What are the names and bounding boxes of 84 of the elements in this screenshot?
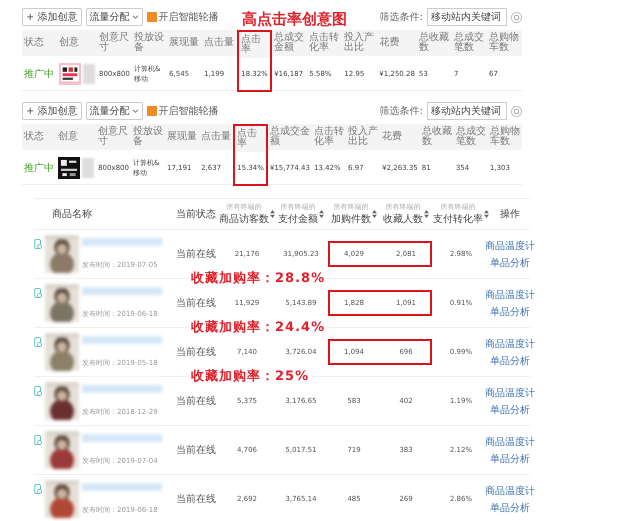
status-text: 当前在线 — [175, 492, 217, 506]
annotation-text: 收藏加购率：25% — [189, 367, 312, 385]
column-header: 总购物车数 — [486, 30, 522, 56]
column-header: 商品访客数 — [219, 212, 269, 226]
phone-icon — [34, 337, 42, 347]
column-header: 花费 — [380, 124, 420, 150]
action-link[interactable]: 商品温度计 — [485, 238, 535, 252]
phone-icon — [34, 239, 42, 249]
checkbox[interactable] — [146, 12, 157, 22]
action-link[interactable]: 商品温度计 — [485, 434, 535, 448]
filter-label: 筛选条件: — [380, 10, 423, 24]
column-header: 总收藏数 — [420, 124, 454, 150]
column-header: 点击转化率 — [307, 30, 342, 56]
headline: 高点击率创意图 — [240, 10, 349, 29]
traffic-dropdown[interactable]: 流量分配 — [86, 8, 143, 26]
column-header: 展现量 — [167, 30, 202, 56]
column-header: 投放设备 — [130, 124, 166, 150]
action-link[interactable]: 商品温度计 — [485, 288, 535, 302]
column-header: 加购件数 — [331, 212, 371, 226]
phone-icon — [34, 484, 42, 494]
column-header: 总成交笔数 — [454, 124, 488, 150]
column-header: 总成交金额 — [268, 124, 312, 150]
column-header: 点击率 — [233, 124, 268, 152]
annotation-text: 收藏加购率：24.4% — [189, 318, 328, 336]
settings-icon — [511, 12, 522, 22]
checkbox[interactable] — [146, 106, 157, 116]
column-header: 创意 — [57, 30, 98, 56]
phone-icon — [34, 435, 42, 445]
action-link[interactable]: 单品分析 — [490, 500, 530, 514]
blurred-text — [82, 158, 94, 178]
filter-select[interactable]: 移动站内关键词 — [427, 8, 507, 26]
caret-icon — [132, 108, 139, 114]
action-link[interactable]: 单品分析 — [490, 256, 530, 270]
phone-icon — [34, 288, 42, 298]
column-header: 点击量 — [202, 30, 238, 56]
column-header: 操作 — [500, 208, 520, 221]
action-link[interactable]: 单品分析 — [490, 304, 530, 318]
column-header: 展现量 — [165, 124, 200, 150]
column-header: 支付转化率 — [433, 212, 483, 226]
column-header: 商品名称 — [52, 208, 92, 221]
column-header: 投放设备 — [132, 30, 168, 56]
status-text: 推广中 — [22, 58, 58, 91]
status-text: 当前在线 — [175, 296, 217, 310]
add-creative-button[interactable]: + 添加创意 — [22, 102, 82, 120]
column-header: 创意尺寸 — [96, 124, 131, 150]
column-header: 当前状态 — [176, 208, 216, 221]
status-text: 推广中 — [22, 152, 56, 185]
add-creative-button[interactable]: + 添加创意 — [22, 8, 82, 26]
column-header: 点击量 — [199, 124, 234, 150]
column-header: 总购物车数 — [488, 124, 522, 150]
column-header: 点击率 — [237, 30, 272, 58]
column-header: 收藏人数 — [383, 212, 423, 226]
column-header: 状态 — [22, 124, 56, 150]
status-text: 当前在线 — [175, 444, 217, 457]
filter-label: 筛选条件: — [380, 104, 423, 118]
column-header: 状态 — [22, 30, 58, 56]
column-header: 支付金额 — [278, 212, 318, 226]
action-link[interactable]: 商品温度计 — [485, 484, 535, 498]
blurred-text — [83, 64, 96, 84]
action-link[interactable]: 商品温度计 — [485, 336, 535, 350]
settings-icon — [511, 106, 522, 116]
annotation-text: 收藏加购率：28.8% — [189, 269, 328, 287]
column-header: 总成交笔数 — [452, 30, 487, 56]
column-header: 花费 — [377, 30, 417, 56]
column-header: 投入产出比 — [342, 30, 378, 56]
column-header: 总成交金额 — [272, 30, 308, 56]
status-text: 当前在线 — [175, 248, 217, 261]
caret-icon — [132, 14, 139, 20]
action-link[interactable]: 商品温度计 — [485, 386, 535, 400]
checkbox-label: 开启智能轮播 — [158, 104, 219, 118]
status-text: 当前在线 — [175, 346, 217, 359]
action-link[interactable]: 单品分析 — [490, 402, 530, 416]
phone-icon — [34, 386, 42, 396]
status-text: 当前在线 — [175, 394, 217, 408]
action-link[interactable]: 单品分析 — [490, 354, 530, 368]
column-header: 投入产出比 — [346, 124, 380, 150]
column-header: 创意尺寸 — [97, 30, 132, 56]
column-header: 总收藏数 — [416, 30, 452, 56]
column-header: 点击转化率 — [312, 124, 346, 150]
column-header: 创意 — [56, 124, 96, 150]
traffic-dropdown[interactable]: 流量分配 — [86, 102, 143, 120]
filter-select[interactable]: 移动站内关键词 — [427, 102, 507, 120]
checkbox-label: 开启智能轮播 — [158, 10, 219, 24]
action-link[interactable]: 单品分析 — [490, 452, 530, 466]
